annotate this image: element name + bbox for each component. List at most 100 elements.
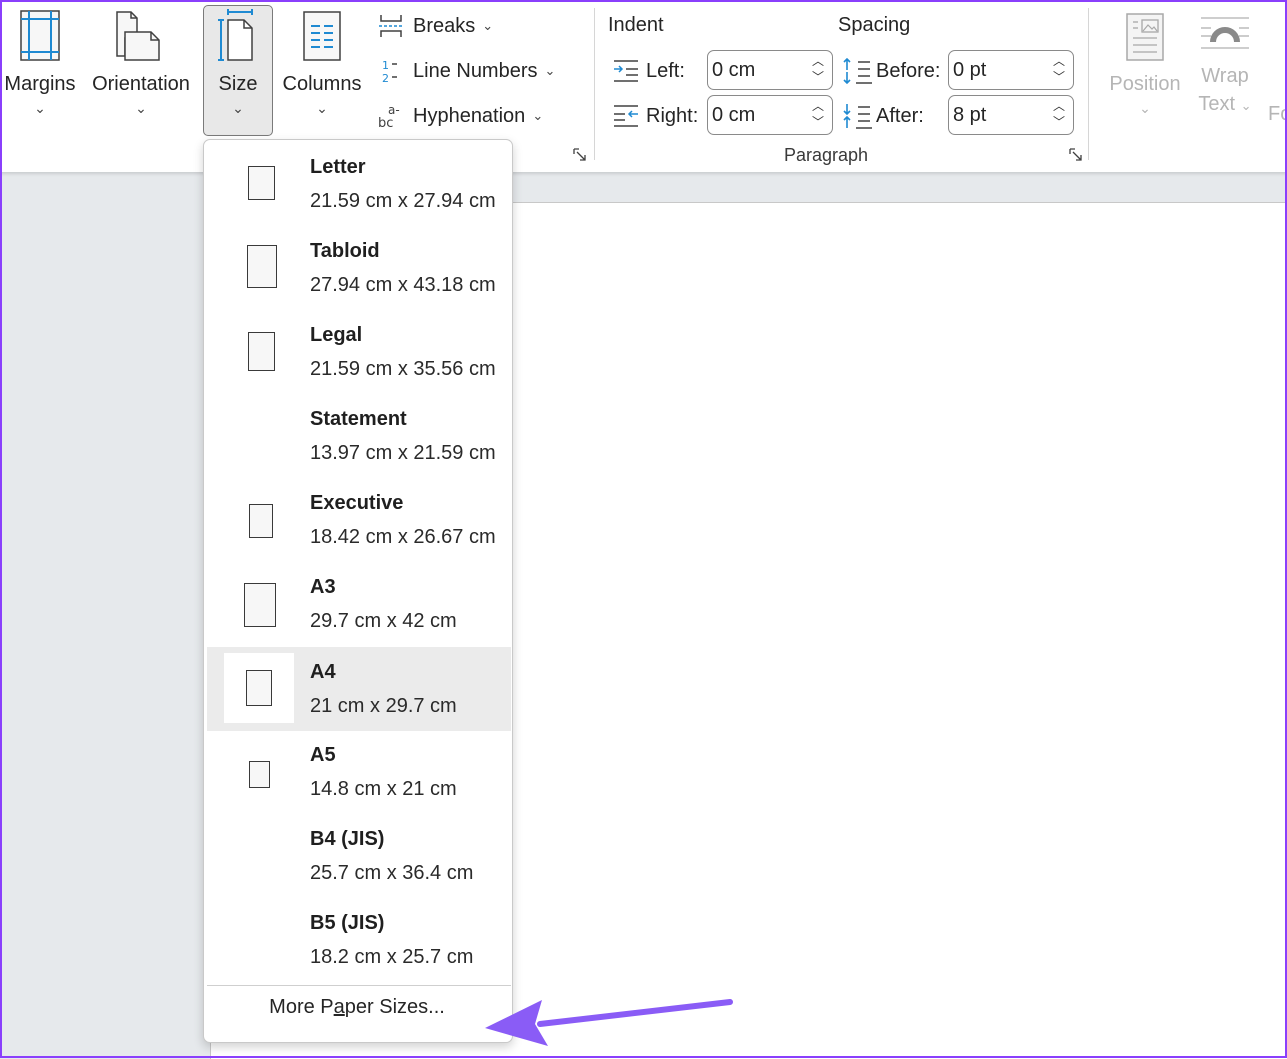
size-option-a3[interactable]: A3 29.7 cm x 42 cm bbox=[207, 566, 511, 650]
indent-left-icon bbox=[614, 60, 638, 82]
size-option-executive[interactable]: Executive 18.42 cm x 26.67 cm bbox=[207, 482, 511, 566]
line-numbers-label: Line Numbers bbox=[413, 59, 538, 82]
chevron-down-icon: ⌄ bbox=[482, 18, 494, 33]
wrap-text-icon bbox=[1201, 17, 1249, 49]
indent-left-value: 0 cm bbox=[712, 59, 756, 81]
chevron-down-icon: ⌄ bbox=[135, 100, 147, 116]
size-option-name: B4 (JIS) bbox=[310, 828, 385, 850]
size-option-name: B5 (JIS) bbox=[310, 912, 385, 934]
size-option-letter[interactable]: Letter 21.59 cm x 27.94 cm bbox=[207, 146, 511, 230]
svg-text:1: 1 bbox=[382, 59, 389, 72]
size-option-a4[interactable]: A4 21 cm x 29.7 cm bbox=[207, 647, 511, 731]
wrap-text-button[interactable]: Wrap Text ⌄ bbox=[1192, 12, 1258, 120]
margins-label: Margins bbox=[4, 73, 76, 95]
size-option-dims: 18.2 cm x 25.7 cm bbox=[310, 946, 474, 968]
size-option-dims: 21.59 cm x 27.94 cm bbox=[310, 190, 496, 212]
hyphenation-button[interactable]: a- bc Hyphenation ⌄ bbox=[378, 101, 543, 131]
position-label: Position bbox=[1109, 73, 1181, 95]
indent-right-input[interactable]: 0 cm ︿ ﹀ bbox=[707, 95, 833, 135]
cut-off-ribbon-button[interactable]: Fo bbox=[1268, 103, 1287, 126]
columns-icon bbox=[303, 11, 341, 61]
indent-right-label: Right: bbox=[646, 105, 699, 127]
position-button[interactable]: Position ⌄ bbox=[1104, 12, 1186, 118]
thumbnail-box bbox=[224, 487, 294, 557]
size-option-name: Legal bbox=[310, 324, 363, 346]
spacing-after-label: After: bbox=[876, 105, 924, 127]
line-numbers-icon: 1 2 bbox=[378, 58, 404, 84]
thumbnail-box bbox=[224, 319, 294, 389]
spacing-after-value: 8 pt bbox=[953, 104, 987, 126]
annotation-arrow-icon bbox=[485, 999, 733, 1046]
size-option-dims: 25.7 cm x 36.4 cm bbox=[310, 862, 474, 884]
more-paper-sizes-button[interactable]: More Paper Sizes... bbox=[204, 996, 510, 1019]
chevron-down-icon: ⌄ bbox=[532, 108, 544, 123]
orientation-icon bbox=[116, 11, 160, 61]
size-option-tabloid[interactable]: Tabloid 27.94 cm x 43.18 cm bbox=[207, 230, 511, 314]
thumbnail-box bbox=[224, 739, 294, 809]
size-option-a5[interactable]: A5 14.8 cm x 21 cm bbox=[207, 734, 511, 818]
line-numbers-button[interactable]: 1 2 Line Numbers ⌄ bbox=[378, 56, 555, 86]
indent-left-label: Left: bbox=[646, 60, 685, 82]
spacing-before-input[interactable]: 0 pt ︿ ﹀ bbox=[948, 50, 1074, 90]
spinner-arrows-icon[interactable]: ︿ ﹀ bbox=[812, 53, 824, 85]
indent-right-value: 0 cm bbox=[712, 104, 756, 126]
paragraph-dialog-launcher-icon[interactable] bbox=[1069, 148, 1083, 162]
thumbnail-box bbox=[224, 151, 294, 221]
indent-right-icon bbox=[614, 105, 638, 127]
size-option-dims: 13.97 cm x 21.59 cm bbox=[310, 442, 496, 464]
spinner-arrows-icon[interactable]: ︿ ﹀ bbox=[812, 98, 824, 130]
size-option-name: A4 bbox=[310, 661, 336, 683]
size-option-statement[interactable]: Statement 13.97 cm x 21.59 cm bbox=[207, 398, 511, 482]
orientation-button[interactable]: Orientation ⌄ bbox=[88, 8, 194, 118]
size-option-dims: 18.42 cm x 26.67 cm bbox=[310, 526, 496, 548]
spinner-arrows-icon[interactable]: ︿ ﹀ bbox=[1053, 98, 1065, 130]
size-option-dims: 27.94 cm x 43.18 cm bbox=[310, 274, 496, 296]
spacing-after-input[interactable]: 8 pt ︿ ﹀ bbox=[948, 95, 1074, 135]
page-thumbnail-icon bbox=[249, 504, 273, 538]
spinner-arrows-icon[interactable]: ︿ ﹀ bbox=[1053, 53, 1065, 85]
page-setup-dialog-launcher-icon[interactable] bbox=[573, 148, 587, 162]
page-thumbnail-icon bbox=[247, 245, 277, 288]
spacing-before-label: Before: bbox=[876, 60, 941, 82]
thumbnail-box bbox=[224, 653, 294, 723]
size-option-name: Statement bbox=[310, 408, 407, 430]
chevron-down-icon: ⌄ bbox=[1139, 100, 1151, 116]
ribbon-layout: Margins ⌄ Orientation ⌄ Size ⌄ Columns ⌄… bbox=[0, 0, 1287, 172]
size-option-name: A5 bbox=[310, 744, 336, 766]
cut-off-label: Fo bbox=[1268, 103, 1287, 125]
columns-label: Columns bbox=[282, 73, 362, 95]
group-separator bbox=[1088, 8, 1089, 160]
size-button[interactable]: Size ⌄ bbox=[203, 8, 273, 118]
indent-left-input[interactable]: 0 cm ︿ ﹀ bbox=[707, 50, 833, 90]
spacing-after-icon bbox=[843, 104, 872, 129]
wrap-text-label-line2: Text ⌄ bbox=[1192, 90, 1258, 120]
size-option-b5-jis[interactable]: B5 (JIS) 18.2 cm x 25.7 cm bbox=[207, 902, 511, 986]
size-label: Size bbox=[218, 73, 258, 95]
size-option-name: Letter bbox=[310, 156, 366, 178]
size-option-dims: 21.59 cm x 35.56 cm bbox=[310, 358, 496, 380]
spacing-heading: Spacing bbox=[838, 14, 911, 36]
size-option-dims: 29.7 cm x 42 cm bbox=[310, 610, 457, 632]
page-thumbnail-icon bbox=[248, 332, 275, 371]
dropdown-separator bbox=[207, 985, 511, 986]
size-option-b4-jis[interactable]: B4 (JIS) 25.7 cm x 36.4 cm bbox=[207, 818, 511, 902]
page-size-dropdown: Letter 21.59 cm x 27.94 cm Tabloid 27.94… bbox=[203, 139, 513, 1043]
orientation-label: Orientation bbox=[92, 73, 190, 95]
indent-heading: Indent bbox=[608, 14, 664, 36]
size-option-name: Tabloid bbox=[310, 240, 380, 262]
chevron-down-icon: ⌄ bbox=[544, 63, 556, 78]
hyphenation-label: Hyphenation bbox=[413, 104, 526, 127]
size-option-legal[interactable]: Legal 21.59 cm x 35.56 cm bbox=[207, 314, 511, 398]
chevron-down-icon: ⌄ bbox=[232, 100, 244, 116]
spacing-before-value: 0 pt bbox=[953, 59, 987, 81]
breaks-button[interactable]: Breaks ⌄ bbox=[378, 11, 493, 41]
breaks-label: Breaks bbox=[413, 14, 476, 37]
more-label-part: More P bbox=[269, 996, 334, 1018]
chevron-down-icon: ⌄ bbox=[316, 100, 328, 116]
columns-button[interactable]: Columns ⌄ bbox=[280, 8, 364, 118]
group-separator bbox=[594, 8, 595, 160]
hyphenation-icon: a- bc bbox=[378, 103, 404, 129]
spacing-before-icon bbox=[843, 58, 872, 84]
margins-button[interactable]: Margins ⌄ bbox=[2, 8, 78, 118]
svg-text:2: 2 bbox=[382, 72, 389, 84]
